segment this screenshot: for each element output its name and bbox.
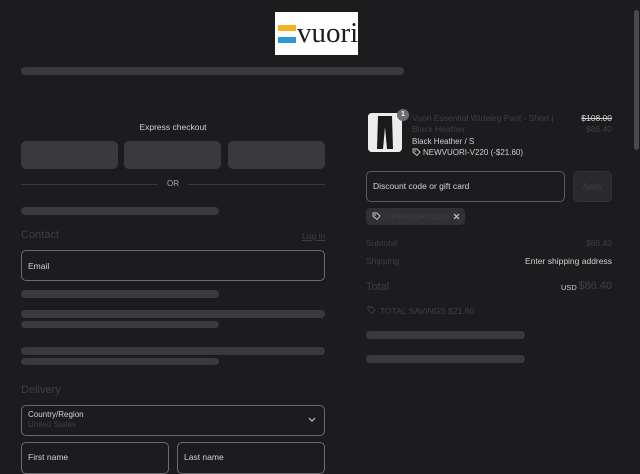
breadcrumb-skeleton xyxy=(21,67,404,75)
divider-right xyxy=(188,184,325,185)
subtotal-value: $86.40 xyxy=(586,238,612,248)
chevron-down-icon xyxy=(308,417,316,422)
text-skeleton-4 xyxy=(21,358,219,365)
summary-skeleton-1 xyxy=(366,331,525,339)
scrollbar-thumb[interactable] xyxy=(634,10,639,150)
tag-icon xyxy=(372,212,381,221)
delivery-heading: Delivery xyxy=(21,384,61,396)
last-name-field[interactable]: Last name xyxy=(177,442,325,474)
shipping-label: Shipping xyxy=(366,256,400,266)
divider-left xyxy=(21,184,158,185)
email-field[interactable]: Email xyxy=(21,250,325,281)
applied-discount-chip: NEWVUORI-V220 xyxy=(366,208,465,225)
login-link[interactable]: Log in xyxy=(302,231,325,241)
or-divider-text: OR xyxy=(167,179,179,188)
first-name-label: First name xyxy=(28,452,69,462)
product-variant: Black Heather / S xyxy=(412,137,475,146)
country-select-value: United States xyxy=(28,420,77,429)
shipping-value: Enter shipping address xyxy=(525,256,612,266)
text-skeleton-2 xyxy=(21,321,219,328)
product-discount: NEWVUORI-V220 (-$21.60) xyxy=(423,148,524,157)
product-name: Vuori Essential Wideleg Pant - Short | B… xyxy=(412,113,554,134)
country-select[interactable]: Country/Region United States xyxy=(21,405,325,436)
logo-text: vuori xyxy=(297,17,359,49)
product-pants-image xyxy=(368,113,402,152)
last-name-label: Last name xyxy=(184,452,224,462)
summary-skeleton-2 xyxy=(366,355,525,363)
express-pay-button-2[interactable] xyxy=(124,141,221,169)
first-name-field[interactable]: First name xyxy=(21,442,169,474)
product-thumbnail xyxy=(368,113,402,152)
close-icon[interactable] xyxy=(453,213,460,220)
text-skeleton-1 xyxy=(21,310,325,318)
country-select-label: Country/Region xyxy=(28,410,84,419)
text-skeleton-3 xyxy=(21,347,325,355)
newsletter-skeleton xyxy=(21,290,219,298)
tag-icon xyxy=(412,148,421,157)
total-value: $86.40 xyxy=(578,280,612,292)
discount-code-placeholder: Discount code or gift card xyxy=(373,181,470,191)
total-savings: TOTAL SAVINGS $21.60 xyxy=(380,306,475,316)
express-pay-button-3[interactable] xyxy=(228,141,325,169)
applied-discount-code: NEWVUORI-V220 xyxy=(386,212,448,221)
quantity-badge: 1 xyxy=(397,109,409,121)
currency-code: USD xyxy=(561,283,577,292)
total-label: Total xyxy=(366,281,390,293)
subtotal-label: Subtotal xyxy=(366,238,398,248)
discount-code-field[interactable]: Discount code or gift card xyxy=(366,171,565,202)
notice-skeleton xyxy=(21,207,219,215)
savings-tag-icon xyxy=(367,306,376,315)
contact-heading: Contact xyxy=(21,229,59,241)
original-price: $108.00 xyxy=(581,113,612,123)
express-pay-button-1[interactable] xyxy=(21,141,118,169)
express-checkout-title: Express checkout xyxy=(139,122,207,132)
apply-discount-button[interactable]: Apply xyxy=(573,171,612,202)
product-price: $86.40 xyxy=(586,124,612,134)
logo-stripes-icon xyxy=(278,25,296,43)
brand-logo[interactable]: vuori xyxy=(275,12,358,55)
email-field-label: Email xyxy=(28,261,50,271)
